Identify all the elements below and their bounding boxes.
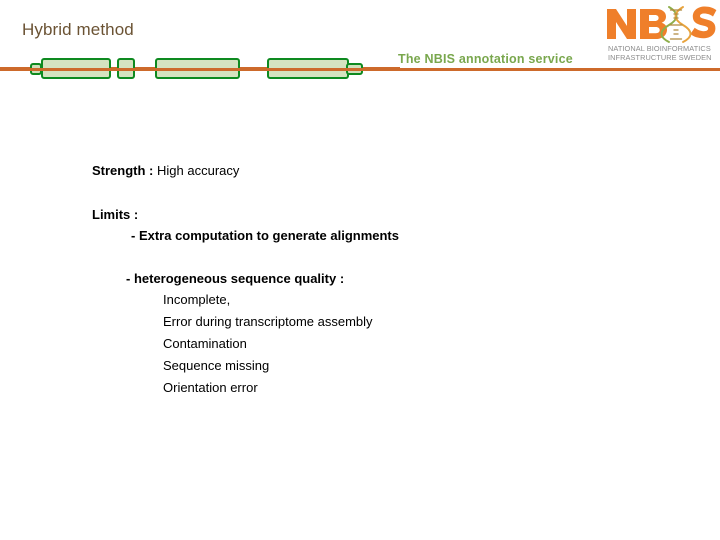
logo-subtitle-line-2: INFRASTRUCTURE SWEDEN bbox=[608, 53, 712, 62]
quality-issue-item: Contamination bbox=[163, 336, 247, 351]
header-divider bbox=[0, 68, 720, 71]
quality-issue-item: Error during transcriptome assembly bbox=[163, 314, 373, 329]
strength-value: High accuracy bbox=[157, 163, 240, 178]
logo-subtitle-line-1: NATIONAL BIOINFORMATICS bbox=[608, 44, 711, 53]
limits-label: Limits : bbox=[92, 207, 139, 222]
limit-item-2: - heterogeneous sequence quality : bbox=[126, 271, 345, 286]
strength-label: Strength : bbox=[92, 163, 154, 178]
limit-item-1: - Extra computation to generate alignmen… bbox=[131, 228, 399, 243]
quality-issue-item: Sequence missing bbox=[163, 358, 270, 373]
slide-canvas: Hybrid method The NBIS annotation servic… bbox=[0, 0, 720, 540]
service-tagline: The NBIS annotation service bbox=[398, 52, 573, 66]
strength-line: Strength : High accuracy bbox=[92, 163, 240, 179]
nbis-wordmark-icon bbox=[607, 6, 717, 43]
nbis-logo: NATIONAL BIOINFORMATICS INFRASTRUCTURE S… bbox=[605, 5, 717, 65]
quality-issue-item: Orientation error bbox=[163, 380, 258, 395]
page-title: Hybrid method bbox=[22, 20, 134, 39]
quality-issue-item: Incomplete, bbox=[163, 292, 231, 307]
